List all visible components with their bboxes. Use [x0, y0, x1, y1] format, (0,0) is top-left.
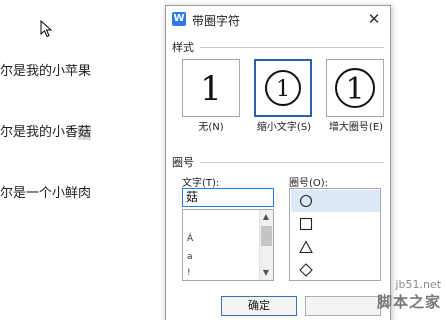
shrunk-circled-number-icon: 1: [265, 70, 301, 106]
text-field-label: 文字(T):: [182, 178, 220, 189]
plain-number-icon: 1: [200, 69, 222, 109]
diamond-icon: [299, 263, 313, 277]
doc-line-3: 尔是一个小鲜肉: [0, 186, 92, 201]
enclosure-list[interactable]: [289, 188, 381, 281]
scroll-down-icon[interactable]: ▼: [260, 267, 272, 279]
cancel-button[interactable]: [305, 296, 381, 316]
enclosed-characters-dialog: W 带圈字符 ✕ 样式 1 1 1 无(N) 缩小文字(S) 增大圈号(E) 圈…: [165, 5, 391, 320]
list-item[interactable]: Á: [187, 234, 193, 244]
wps-writer-icon: W: [172, 12, 186, 26]
enclosure-circle[interactable]: [291, 190, 380, 212]
watermark-name: 脚本之家: [376, 293, 441, 311]
style-divider: [200, 47, 384, 48]
square-icon: [299, 217, 313, 231]
doc-line-2: 尔是我的小香菇: [0, 125, 92, 140]
enclosure-section-label: 圈号: [172, 156, 194, 169]
character-list[interactable]: Á a ! ▲ ▼: [182, 209, 274, 281]
mouse-pointer-icon: [40, 20, 52, 38]
enlarged-circled-number-icon: 1: [335, 68, 375, 108]
style-section-label: 样式: [172, 41, 194, 54]
text-input[interactable]: 菇: [182, 188, 274, 207]
dialog-titlebar[interactable]: W 带圈字符 ✕: [166, 6, 390, 32]
style-option-shrink-text[interactable]: 1: [254, 59, 312, 117]
enclosure-triangle[interactable]: [291, 236, 380, 258]
watermark: jb51.net 脚本之家: [377, 278, 441, 312]
doc-line-1: 尔是我的小苹果: [0, 64, 92, 79]
selected-text: 菇: [78, 125, 92, 140]
enclosure-divider: [200, 162, 384, 163]
list-item[interactable]: a: [187, 252, 193, 262]
svg-text:1: 1: [345, 72, 364, 107]
close-button[interactable]: ✕: [364, 9, 384, 29]
enclosure-diamond[interactable]: [291, 259, 380, 281]
style-shrink-label: 缩小文字(S): [256, 122, 312, 133]
style-enlarge-label: 增大圈号(E): [328, 122, 384, 133]
triangle-icon: [299, 240, 313, 254]
circle-icon: [299, 194, 313, 208]
scroll-thumb[interactable]: [261, 226, 272, 246]
svg-text:1: 1: [276, 77, 290, 102]
enclosure-square[interactable]: [291, 213, 380, 235]
scroll-up-icon[interactable]: ▲: [260, 211, 272, 223]
ok-button[interactable]: 确定: [221, 296, 297, 316]
list-scrollbar[interactable]: ▲ ▼: [259, 210, 273, 280]
style-option-enlarge-circle[interactable]: 1: [326, 59, 384, 117]
enclosure-field-label: 圈号(O):: [289, 178, 329, 189]
svg-text:1: 1: [200, 69, 222, 109]
watermark-url: jb51.net: [395, 278, 441, 291]
style-none-label: 无(N): [198, 122, 224, 133]
dialog-title: 带圈字符: [192, 14, 241, 28]
list-item[interactable]: !: [187, 268, 191, 278]
style-option-none[interactable]: 1: [182, 59, 240, 117]
